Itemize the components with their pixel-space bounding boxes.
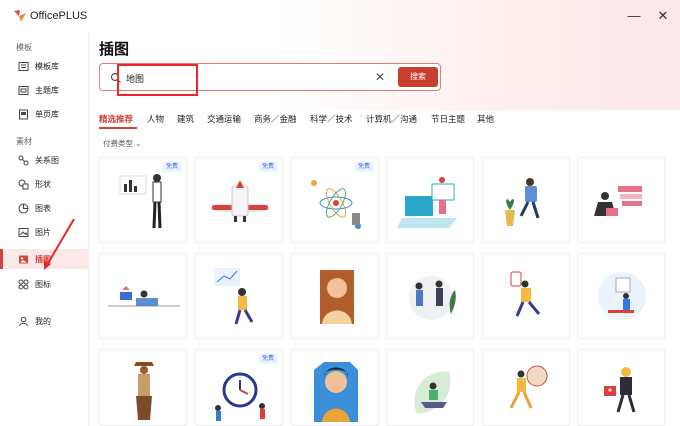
tab-business-finance[interactable]: 商务／金融: [254, 113, 297, 125]
payment-type-filter[interactable]: 付费类型 ⌄: [103, 138, 141, 149]
illustration-card[interactable]: 免费: [291, 157, 379, 243]
tab-computer-communication[interactable]: 计算机／沟通: [366, 113, 417, 125]
illustration-card[interactable]: [482, 349, 570, 426]
illustration-icon: [17, 253, 29, 265]
woman-meditating-illustration: [414, 371, 451, 414]
relationship-chart-icon: [17, 154, 29, 166]
sidebar-item-image[interactable]: 图片: [0, 222, 88, 242]
search-button[interactable]: 搜索: [398, 67, 438, 87]
tab-featured[interactable]: 精选推荐: [99, 113, 133, 125]
man-lying-laptop-illustration: [108, 286, 180, 307]
illustration-card[interactable]: 免费: [195, 157, 283, 243]
man-portrait-illustration: [320, 270, 354, 324]
sidebar-item-relationship[interactable]: 关系图: [0, 150, 88, 170]
sidebar-item-label: 关系图: [35, 155, 59, 165]
sidebar-item-label: 图表: [35, 203, 51, 213]
sidebar-item-template-library[interactable]: 模板库: [0, 56, 88, 76]
sidebar-item-chart[interactable]: 图表: [0, 198, 88, 218]
illustration-card[interactable]: [291, 349, 379, 426]
illustration-card[interactable]: [195, 253, 283, 339]
template-library-icon: [17, 60, 29, 72]
sidebar-item-label: 插图: [35, 254, 51, 264]
illustration-card[interactable]: [386, 157, 474, 243]
single-page-icon: [17, 108, 29, 120]
clock-people-illustration: [215, 372, 265, 421]
illustration-card[interactable]: 免费: [99, 157, 187, 243]
handshake-people-illustration: [409, 276, 456, 320]
sidebar-divider: [88, 32, 89, 426]
tab-holiday[interactable]: 节日主题: [431, 113, 465, 125]
shapes-icon: [17, 178, 29, 190]
person-at-desk-illustration: [598, 272, 646, 320]
illustration-card[interactable]: [386, 253, 474, 339]
sidebar-item-label: 我的: [35, 316, 51, 326]
illustration-card[interactable]: [482, 157, 570, 243]
sidebar-item-icons[interactable]: 图标: [0, 274, 88, 294]
airplane-illustration: [210, 180, 270, 222]
tab-science-tech[interactable]: 科学／技术: [310, 113, 353, 125]
theme-library-icon: [17, 84, 29, 96]
tab-other[interactable]: 其他: [477, 113, 494, 125]
illustration-card[interactable]: [577, 253, 665, 339]
sidebar-item-label: 图片: [35, 227, 51, 237]
dancer-drum-illustration: [509, 365, 548, 409]
illustration-card[interactable]: [386, 349, 474, 426]
illustration-card[interactable]: [577, 157, 665, 243]
sidebar-item-theme-library[interactable]: 主题库: [0, 80, 88, 100]
sidebar-item-single-page[interactable]: 单页库: [0, 104, 88, 124]
business-man-chart-illustration: [119, 174, 162, 229]
illustration-card[interactable]: [99, 253, 187, 339]
image-icon: [17, 226, 29, 238]
tab-architecture[interactable]: 建筑: [177, 113, 194, 125]
annotation-highlight-box: [117, 64, 198, 96]
active-tab-indicator: [99, 127, 137, 129]
page-title: 插图: [99, 41, 130, 58]
close-button[interactable]: ✕: [655, 8, 671, 24]
user-icon: [17, 315, 29, 327]
illustration-card[interactable]: [291, 253, 379, 339]
computer-screens-illustration: [397, 177, 457, 228]
icon-library-icon: [17, 278, 29, 290]
app-name: OfficePLUS: [30, 10, 88, 22]
officeplus-logo-icon: [14, 10, 26, 22]
illustration-card[interactable]: [482, 253, 570, 339]
chart-icon: [17, 202, 29, 214]
illustration-card[interactable]: [99, 349, 187, 426]
sidebar-item-illustration[interactable]: 插图: [0, 249, 88, 269]
sidebar-item-label: 模板库: [35, 61, 59, 71]
filter-label: 付费类型: [103, 139, 133, 148]
tab-people[interactable]: 人物: [147, 113, 164, 125]
tab-transport[interactable]: 交通运输: [207, 113, 241, 125]
sidebar-item-shapes[interactable]: 形状: [0, 174, 88, 194]
illustration-card[interactable]: [577, 349, 665, 426]
sidebar-item-label: 图标: [35, 279, 51, 289]
minimize-button[interactable]: —: [626, 8, 642, 24]
sidebar-section-template: 模板: [16, 43, 32, 52]
sidebar-item-label: 主题库: [35, 85, 59, 95]
chevron-down-icon: ⌄: [135, 139, 142, 148]
sidebar-item-label: 形状: [35, 179, 51, 189]
sidebar: 模板 模板库 主题库 单页库 素材 关系图 形状 图表 图片 插图 图标 我的: [0, 32, 88, 426]
man-on-chair-illustration: [505, 178, 540, 226]
title-bar: OfficePLUS — ✕: [0, 0, 680, 32]
woman-laptop-documents-illustration: [594, 186, 642, 216]
illustration-card[interactable]: 免费: [195, 349, 283, 426]
clear-icon[interactable]: ✕: [372, 68, 388, 86]
sidebar-item-mine[interactable]: 我的: [0, 311, 88, 331]
woman-coffee-illustration: [134, 362, 154, 420]
man-beard-portrait-illustration: [314, 362, 358, 422]
person-running-phone-illustration: [510, 271, 541, 317]
sidebar-item-label: 单页库: [35, 109, 59, 119]
firefighter-illustration: [604, 367, 636, 413]
sidebar-section-material: 素材: [16, 137, 32, 146]
science-atom-illustration: [311, 180, 361, 229]
person-holding-chart-illustration: [214, 268, 254, 325]
